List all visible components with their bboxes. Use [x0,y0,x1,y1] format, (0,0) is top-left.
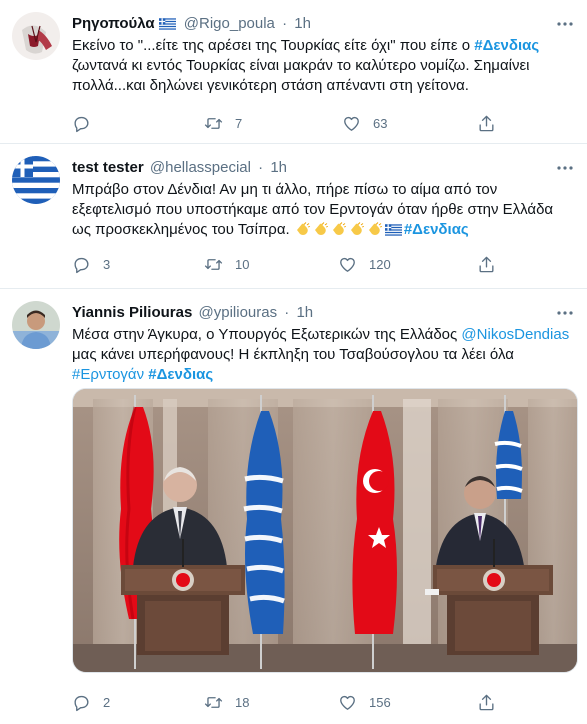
timeline: Ρηγοπούλα @Rigo_poula · 1h Εκείνο το "..… [0,0,587,724]
tweet-text-part: Εκείνο το "...είτε της αρέσει της Τουρκί… [72,37,475,54]
share-icon [479,694,494,710]
tweet-actions: 2 18 156 [72,692,532,714]
reply-count: 3 [103,256,111,272]
tweet-rigopoula[interactable]: Ρηγοπούλα @Rigo_poula · 1h Εκείνο το "..… [0,0,587,144]
user-handle[interactable]: @ypiliouras [199,304,278,321]
reply-icon [74,695,89,711]
retweet-icon [204,117,223,129]
separator-dot: · [284,304,290,321]
like-count: 156 [369,694,391,710]
retweet-button[interactable]: 7 [204,113,242,133]
reply-button[interactable] [72,113,103,133]
retweet-icon [204,696,223,708]
tweet-content: Yiannis Piliouras @ypiliouras · 1h Μέσα … [72,303,575,385]
avatar-rigopoula[interactable] [12,12,60,60]
clapping-hands-icon [296,222,310,235]
more-icon[interactable] [555,158,575,178]
like-icon [340,695,355,710]
tweet-text: Μέσα στην Άγκυρα, ο Υπουργός Εξωτερικών … [72,325,575,385]
like-button[interactable]: 63 [342,113,387,133]
press-conference-image [73,389,577,672]
timestamp[interactable]: 1h [270,159,287,176]
tweet-text: Εκείνο το "...είτε της αρέσει της Τουρκί… [72,36,575,96]
share-button[interactable] [477,692,496,712]
more-icon[interactable] [555,14,575,34]
like-icon [340,257,355,272]
reply-button[interactable]: 3 [72,254,110,274]
display-name[interactable]: Ρηγοπούλα [72,15,155,32]
retweet-count: 7 [235,115,243,131]
tweet-header: Ρηγοπούλα @Rigo_poula · 1h [72,14,575,34]
like-count: 63 [373,115,388,131]
hashtag-link[interactable]: #Δενδιας [148,366,213,383]
share-icon [479,256,494,272]
tweet-text-part: Μέσα στην Άγκυρα, ο Υπουργός Εξωτερικών … [72,326,462,343]
greece-flag-icon [158,18,176,30]
tweet-content: test tester @hellasspecial · 1h Μπράβο σ… [72,158,575,240]
clapping-hands-icon [350,222,364,235]
retweet-count: 18 [235,694,250,710]
avatar-yiannis-piliouras[interactable] [12,301,60,349]
greece-flag-icon [384,224,402,236]
user-handle[interactable]: @hellasspecial [150,159,251,176]
tweet-photo[interactable] [72,388,578,673]
display-name[interactable]: Yiannis Piliouras [72,304,192,321]
tweet-text-part: μας κάνει υπερήφανους! Η έκπληξη του Τσα… [72,346,514,363]
hashtag-link[interactable]: #Δενδιας [474,37,539,54]
reply-icon [74,257,89,273]
separator-dot: · [282,15,288,32]
tweet-yiannis-piliouras[interactable]: Yiannis Piliouras @ypiliouras · 1h Μέσα … [0,289,587,724]
retweet-count: 10 [235,256,250,272]
tweet-text: Μπράβο στον Δένδια! Αν μη τι άλλο, πήρε … [72,180,575,240]
like-count: 120 [369,256,391,272]
share-button[interactable] [477,254,496,274]
like-icon [344,116,359,131]
tweet-header: Yiannis Piliouras @ypiliouras · 1h [72,303,575,323]
like-button[interactable]: 120 [338,254,391,274]
tweet-actions: 7 63 [72,113,532,135]
display-name[interactable]: test tester [72,159,144,176]
like-button[interactable]: 156 [338,692,391,712]
timestamp[interactable]: 1h [296,304,313,321]
tweet-actions: 3 10 120 [72,254,532,276]
share-button[interactable] [477,113,496,133]
clapping-hands-icon [314,222,328,235]
timestamp[interactable]: 1h [294,15,311,32]
hashtag-link[interactable]: #Ερντογάν [72,366,144,383]
clapping-hands-icon [368,222,382,235]
reply-button[interactable]: 2 [72,692,110,712]
retweet-icon [204,258,223,270]
tweet-test-tester[interactable]: test tester @hellasspecial · 1h Μπράβο σ… [0,144,587,289]
mention-link[interactable]: @NikosDendias [461,326,569,343]
hashtag-link[interactable]: #Δενδιας [404,221,469,238]
tweet-text-part: ζωντανά κι εντός Τουρκίας είναι μακράν τ… [72,57,530,94]
share-icon [479,115,494,131]
retweet-button[interactable]: 18 [204,692,249,712]
reply-icon [74,116,89,132]
retweet-button[interactable]: 10 [204,254,249,274]
avatar-test-tester[interactable] [12,156,60,204]
separator-dot: · [258,159,264,176]
user-handle[interactable]: @Rigo_poula [184,15,275,32]
clapping-hands-icon [332,222,346,235]
tweet-header: test tester @hellasspecial · 1h [72,158,575,178]
reply-count: 2 [103,694,111,710]
more-icon[interactable] [555,303,575,323]
tweet-content: Ρηγοπούλα @Rigo_poula · 1h Εκείνο το "..… [72,14,575,96]
